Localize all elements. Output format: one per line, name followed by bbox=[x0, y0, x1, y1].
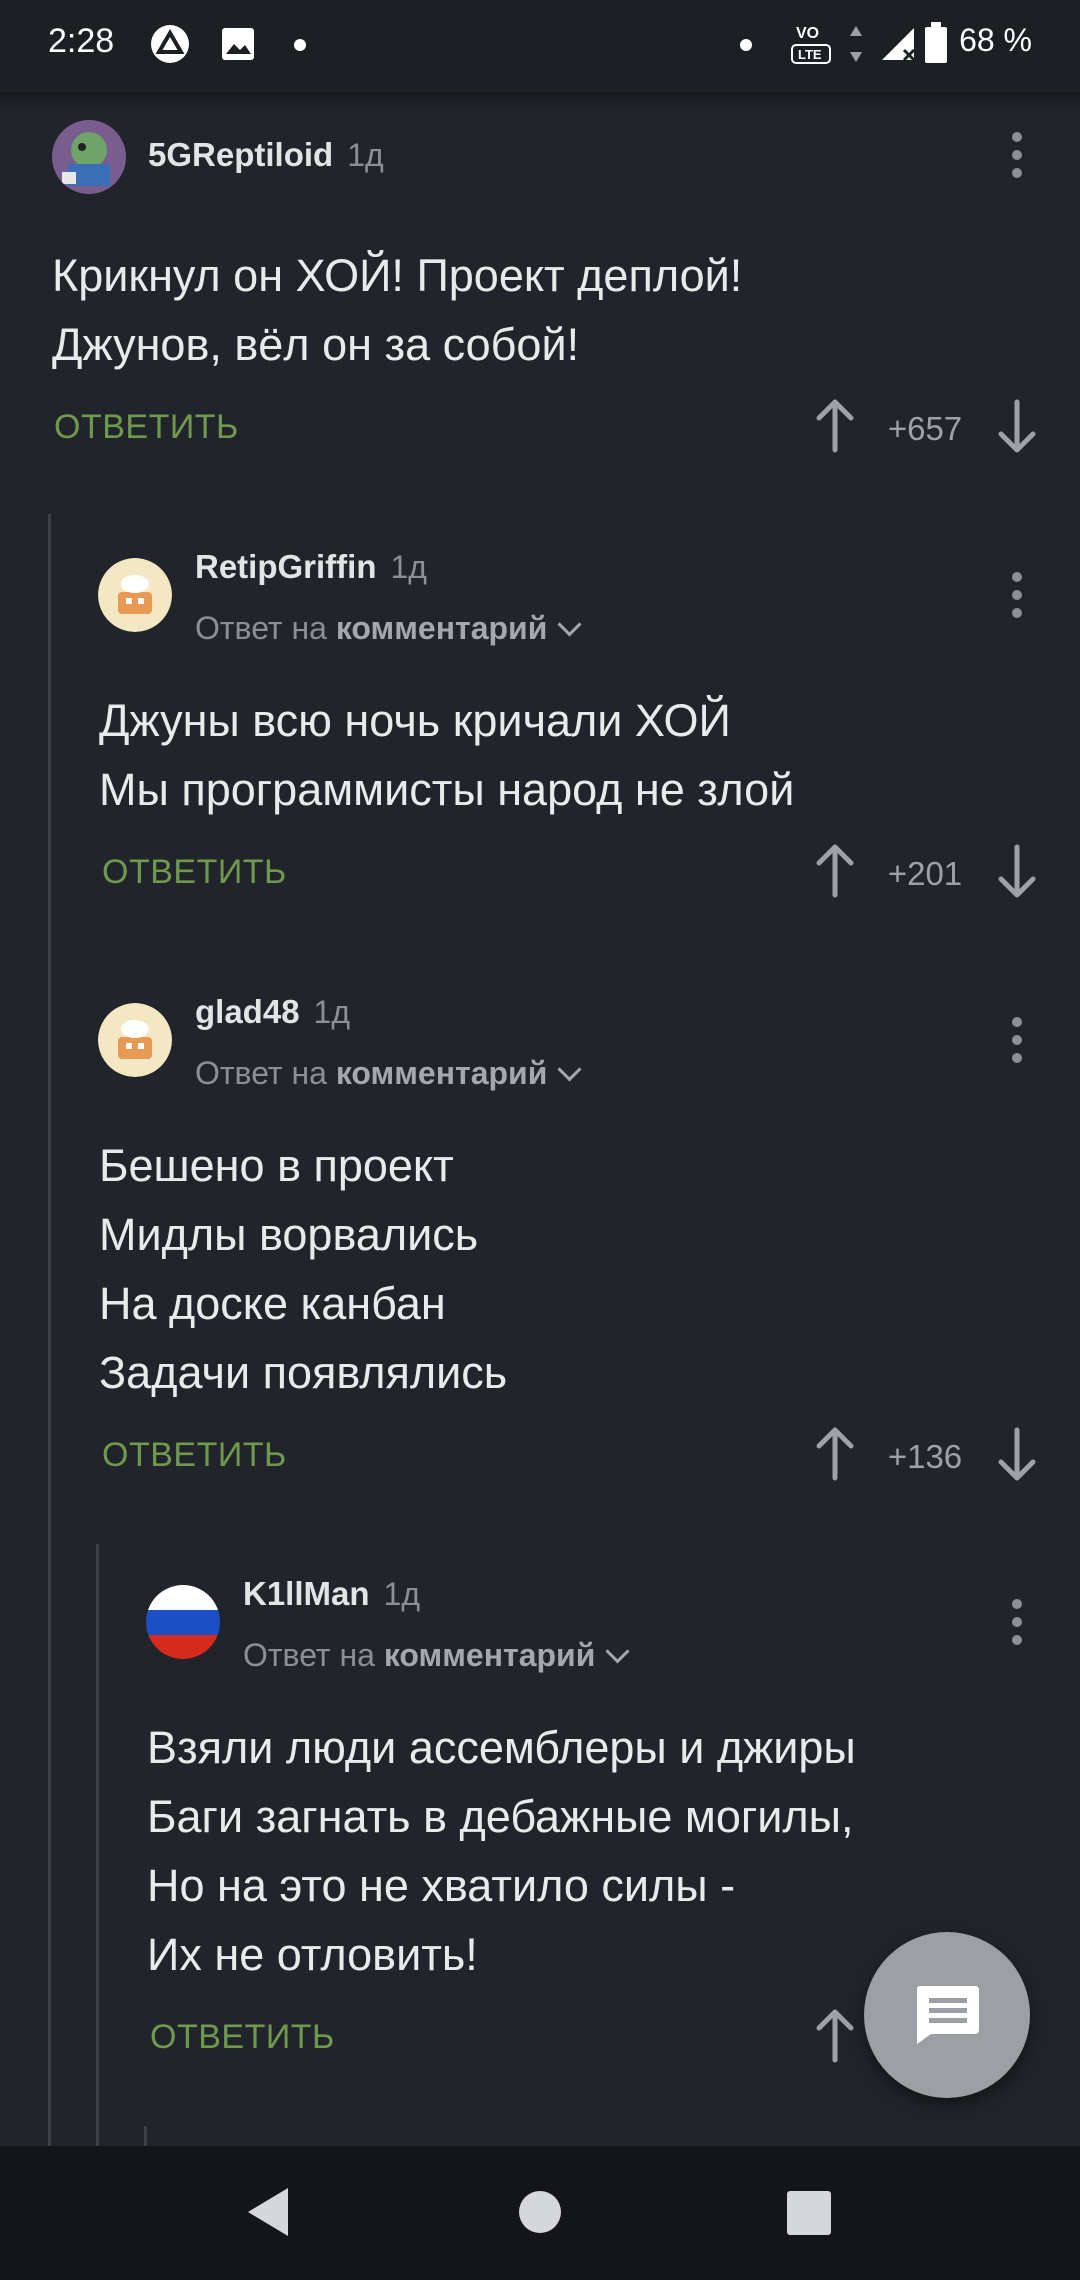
chevron-down-icon[interactable] bbox=[605, 1639, 630, 1664]
system-navigation-bar bbox=[0, 2146, 1080, 2280]
more-options-icon[interactable] bbox=[1002, 568, 1032, 624]
upvote-icon[interactable] bbox=[815, 843, 855, 899]
downvote-icon[interactable] bbox=[997, 398, 1037, 454]
comment-author[interactable]: 5GReptiloid 1д bbox=[148, 136, 384, 174]
battery-icon bbox=[924, 22, 948, 69]
upvote-icon[interactable] bbox=[815, 2008, 855, 2064]
comment-line: Их не отловить! bbox=[147, 1929, 478, 1980]
comment-line: Джуны всю ночь кричали ХОЙ bbox=[99, 695, 731, 746]
comment-age: 1д bbox=[313, 994, 351, 1030]
comment-line: Мы программисты народ не злой bbox=[99, 764, 795, 815]
comment-author[interactable]: RetipGriffin 1д bbox=[195, 548, 427, 586]
thread-line bbox=[48, 514, 51, 2146]
back-icon[interactable] bbox=[244, 2186, 292, 2243]
comment-icon bbox=[913, 1984, 981, 2051]
recents-icon[interactable] bbox=[786, 2190, 832, 2241]
more-options-icon[interactable] bbox=[1002, 1595, 1032, 1651]
avatar[interactable] bbox=[146, 1585, 220, 1659]
comment-line: Взяли люди ассемблеры и джиры bbox=[147, 1722, 856, 1773]
comment-age: 1д bbox=[347, 137, 384, 173]
data-arrows-icon bbox=[848, 24, 864, 69]
more-options-icon[interactable] bbox=[1002, 1013, 1032, 1069]
status-bar: 2:28 VO LTE 68 % bbox=[0, 0, 1080, 92]
signal-icon bbox=[878, 24, 918, 69]
avatar[interactable] bbox=[98, 1003, 172, 1077]
clock: 2:28 bbox=[48, 22, 115, 60]
reply-to-prefix: Ответ на bbox=[243, 1637, 375, 1673]
downvote-icon[interactable] bbox=[997, 843, 1037, 899]
thread-line bbox=[96, 1544, 99, 2146]
comment-line: Джунов, вёл он за собой! bbox=[52, 319, 580, 370]
thread-line bbox=[144, 2126, 147, 2146]
comment-author[interactable]: K1llMan 1д bbox=[243, 1575, 420, 1613]
comment-age: 1д bbox=[383, 1576, 420, 1612]
reply-button[interactable]: ОТВЕТИТЬ bbox=[150, 2018, 335, 2057]
app-icon bbox=[150, 24, 190, 69]
notification-dot-icon bbox=[294, 38, 306, 56]
svg-text:VO: VO bbox=[796, 25, 819, 42]
reply-to-target[interactable]: комментарий bbox=[336, 610, 548, 646]
svg-text:LTE: LTE bbox=[798, 47, 822, 62]
reply-to-prefix: Ответ на bbox=[195, 610, 327, 646]
username[interactable]: glad48 bbox=[195, 993, 300, 1030]
comment-line: Бешено в проект bbox=[99, 1140, 454, 1191]
comment-body: Джуны всю ночь кричали ХОЙ Мы программис… bbox=[99, 686, 794, 824]
reply-button[interactable]: ОТВЕТИТЬ bbox=[54, 408, 239, 447]
reply-to-prefix: Ответ на bbox=[195, 1055, 327, 1091]
username[interactable]: 5GReptiloid bbox=[148, 136, 333, 173]
avatar[interactable] bbox=[98, 558, 172, 632]
reply-button[interactable]: ОТВЕТИТЬ bbox=[102, 1436, 287, 1475]
chevron-down-icon[interactable] bbox=[557, 612, 582, 637]
reply-to-target[interactable]: комментарий bbox=[384, 1637, 596, 1673]
comment-body: Бешено в проект Мидлы ворвались На доске… bbox=[99, 1131, 507, 1407]
battery-percent: 68 % bbox=[959, 22, 1032, 58]
chevron-down-icon[interactable] bbox=[557, 1057, 582, 1082]
add-comment-button[interactable] bbox=[864, 1932, 1030, 2098]
comment-body: Взяли люди ассемблеры и джиры Баги загна… bbox=[147, 1713, 856, 1989]
comment-line: Задачи появлялись bbox=[99, 1347, 508, 1398]
more-options-icon[interactable] bbox=[1002, 128, 1032, 184]
comment-line: Баги загнать в дебажные могилы, bbox=[147, 1791, 854, 1842]
toolbar-shadow bbox=[0, 92, 1080, 110]
comment-score: +657 bbox=[887, 410, 963, 447]
username[interactable]: K1llMan bbox=[243, 1575, 370, 1612]
image-icon bbox=[220, 26, 256, 67]
dot-icon bbox=[740, 38, 752, 56]
comment-author[interactable]: glad48 1д bbox=[195, 993, 350, 1031]
comment-score: +201 bbox=[887, 855, 963, 892]
comment-age: 1д bbox=[390, 549, 427, 585]
comment-line: Но на это не хватило силы - bbox=[147, 1860, 736, 1911]
reply-to-target[interactable]: комментарий bbox=[336, 1055, 548, 1091]
home-icon[interactable] bbox=[518, 2190, 562, 2239]
username[interactable]: RetipGriffin bbox=[195, 548, 376, 585]
upvote-icon[interactable] bbox=[815, 398, 855, 454]
reply-button[interactable]: ОТВЕТИТЬ bbox=[102, 853, 287, 892]
reply-to-link[interactable]: Ответ на комментарий bbox=[195, 610, 582, 647]
reply-to-link[interactable]: Ответ на комментарий bbox=[195, 1055, 582, 1092]
upvote-icon[interactable] bbox=[815, 1426, 855, 1482]
comment-line: Мидлы ворвались bbox=[99, 1209, 479, 1260]
comment-line: Крикнул он ХОЙ! Проект деплой! bbox=[52, 250, 743, 301]
comment-body: Крикнул он ХОЙ! Проект деплой! Джунов, в… bbox=[52, 241, 742, 379]
downvote-icon[interactable] bbox=[997, 1426, 1037, 1482]
volte-icon: VO LTE bbox=[790, 18, 834, 71]
comment-line: На доске канбан bbox=[99, 1278, 446, 1329]
reply-to-link[interactable]: Ответ на комментарий bbox=[243, 1637, 630, 1674]
comment-score: +136 bbox=[887, 1438, 963, 1475]
avatar[interactable] bbox=[52, 120, 126, 194]
